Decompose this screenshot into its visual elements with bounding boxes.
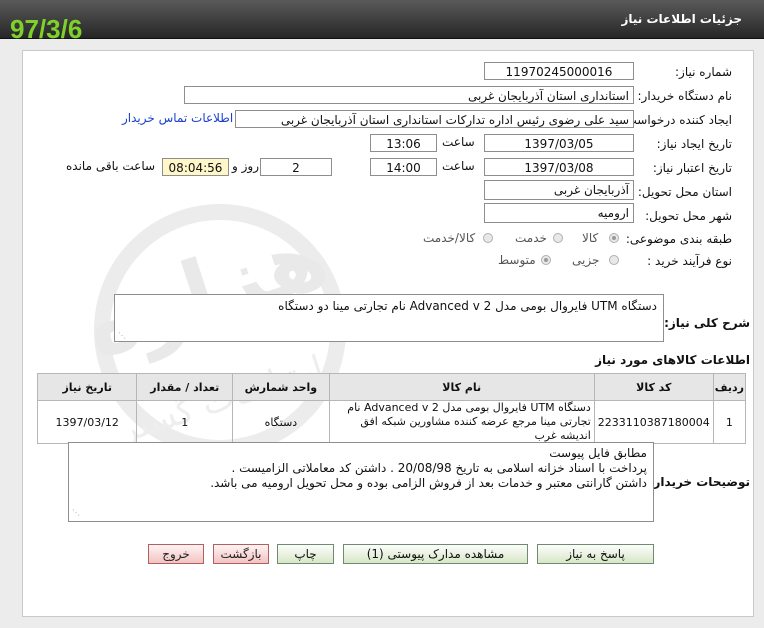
need-number-label: شماره نیاز: [675, 65, 732, 79]
notes-field[interactable]: مطابق فایل پیوست پرداخت با اسناد خزانه ا… [68, 442, 654, 522]
deadline-time-field[interactable]: 14:00 [370, 158, 437, 176]
goods-table: ردیف کد کالا نام کالا واحد شمارش تعداد /… [36, 373, 747, 444]
process-medium-label: متوسط [498, 253, 536, 267]
cell-date: 1397/03/12 [36, 400, 138, 444]
created-time-label: ساعت [442, 135, 475, 149]
col-name: نام کالا [328, 373, 595, 401]
created-time-field[interactable]: 13:06 [370, 134, 437, 152]
table-row: 1 2233110387180004 دستگاه UTM فایروال بو… [36, 400, 747, 444]
cell-unit: دستگاه [232, 400, 330, 444]
cell-code: 2233110387180004 [593, 400, 714, 444]
notes-label: توضیحات خریدار: [648, 475, 750, 489]
category-both-radio[interactable] [483, 233, 493, 243]
province-field[interactable]: آذربایجان غربی [484, 180, 634, 200]
buyer-org-label: نام دستگاه خریدار: [637, 89, 733, 103]
back-button[interactable]: بازگشت [213, 544, 269, 564]
city-label: شهر محل تحویل: [645, 209, 732, 223]
notes-line-3: داشتن گارانتی معتبر و خدمات بعد از فروش … [210, 476, 647, 490]
goods-table-header: ردیف کد کالا نام کالا واحد شمارش تعداد /… [36, 373, 747, 401]
remaining-days-field[interactable]: 2 [260, 158, 332, 176]
created-date-label: تاریخ ایجاد نیاز: [656, 137, 732, 151]
exit-button[interactable]: خروج [148, 544, 204, 564]
city-field[interactable]: ارومیه [484, 203, 634, 223]
requester-label: ایجاد کننده درخواست: [621, 113, 732, 127]
process-minor-radio[interactable] [609, 255, 619, 265]
summary-label: شرح کلی نیاز: [664, 316, 750, 330]
title-bar: جزئیات اطلاعات نیاز [0, 0, 764, 39]
process-medium-radio[interactable] [541, 255, 551, 265]
cell-row: 1 [712, 400, 747, 444]
buyer-contact-link[interactable]: اطلاعات تماس خریدار [122, 111, 233, 125]
date-stamp: 97/3/6 [10, 14, 83, 44]
category-both-label: کالا/خدمت [423, 231, 476, 245]
cell-qty: 1 [136, 400, 234, 444]
window-title: جزئیات اطلاعات نیاز [621, 12, 742, 26]
summary-text: دستگاه UTM فایروال بومی مدل Advanced v 2… [278, 299, 657, 313]
resize-grip-icon[interactable]: ⋰ [72, 505, 80, 520]
remaining-label: ساعت باقی مانده [66, 159, 156, 173]
category-goods-radio[interactable] [609, 233, 619, 243]
days-label: روز و [232, 159, 259, 173]
col-code: کد کالا [593, 373, 714, 401]
created-date-field[interactable]: 1397/03/05 [484, 134, 634, 152]
col-row: ردیف [712, 373, 747, 401]
notes-line-1: مطابق فایل پیوست [549, 446, 647, 460]
process-label: نوع فرآیند خرید : [647, 254, 732, 268]
deadline-date-label: تاریخ اعتبار نیاز: [652, 161, 732, 175]
remaining-time-field: 08:04:56 [162, 158, 229, 176]
need-number-field[interactable]: 11970245000016 [484, 62, 634, 80]
deadline-date-field[interactable]: 1397/03/08 [484, 158, 634, 176]
resize-grip-icon[interactable]: ⋰ [118, 331, 126, 340]
deadline-time-label: ساعت [442, 159, 475, 173]
category-goods-label: کالا [582, 231, 599, 245]
category-label: طبقه بندی موضوعی: [625, 232, 732, 246]
notes-line-2: پرداخت با اسناد خزانه اسلامی به تاریخ 20… [231, 461, 647, 475]
col-unit: واحد شمارش [232, 373, 330, 401]
reply-button[interactable]: پاسخ به نیاز [537, 544, 654, 564]
goods-section-title: اطلاعات کالاهای مورد نیاز [595, 353, 750, 367]
province-label: استان محل تحویل: [637, 185, 732, 199]
print-button[interactable]: چاپ [277, 544, 334, 564]
summary-field[interactable]: دستگاه UTM فایروال بومی مدل Advanced v 2… [114, 294, 664, 342]
view-attachments-button[interactable]: مشاهده مدارک پیوستی (1) [343, 544, 528, 564]
col-qty: تعداد / مقدار [136, 373, 234, 401]
cell-name: دستگاه UTM فایروال بومی مدل Advanced v 2… [328, 400, 595, 444]
process-minor-label: جزیی [572, 253, 600, 267]
category-service-label: خدمت [515, 231, 547, 245]
buyer-org-field[interactable]: استانداری استان آذربایجان غربی [184, 86, 634, 104]
col-date: تاریخ نیاز [36, 373, 138, 401]
category-service-radio[interactable] [553, 233, 563, 243]
requester-field[interactable]: سید علی رضوی رئیس اداره تدارکات استاندار… [235, 110, 634, 128]
